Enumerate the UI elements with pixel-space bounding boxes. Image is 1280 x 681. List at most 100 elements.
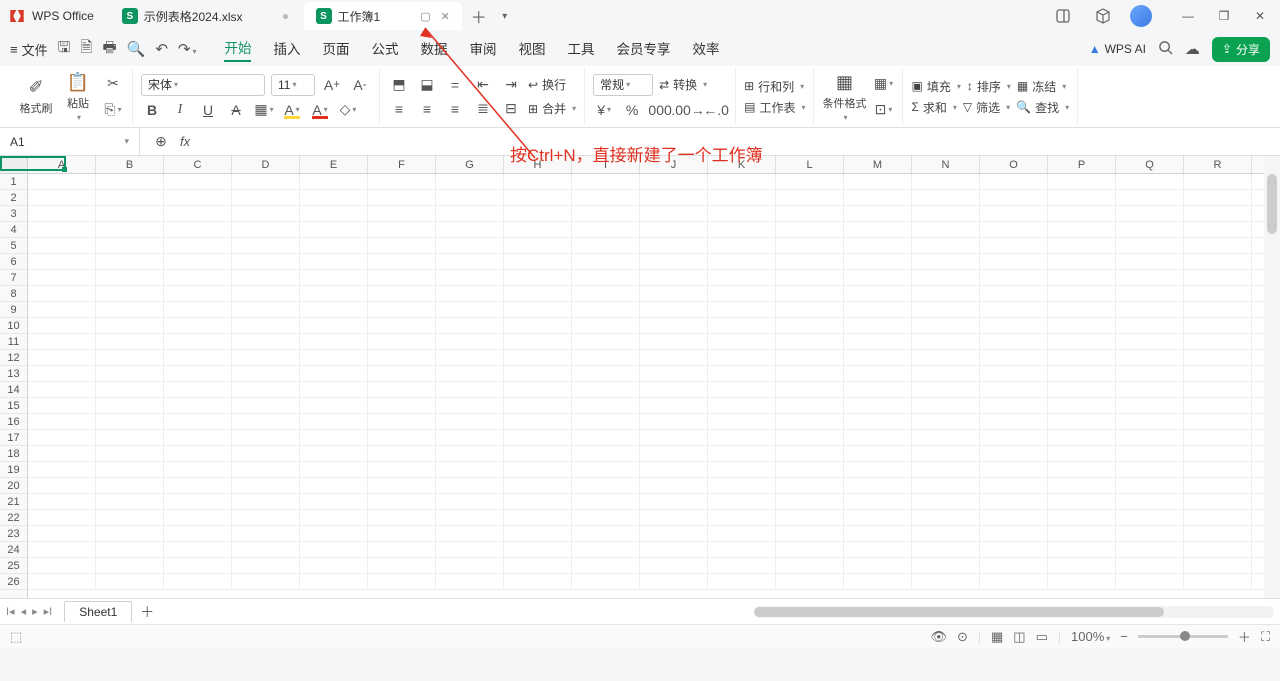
cell[interactable] [28, 206, 96, 221]
qa-redo-icon[interactable]: ↷ [178, 40, 197, 58]
cell[interactable] [504, 558, 572, 573]
cell[interactable] [844, 350, 912, 365]
cell[interactable] [164, 558, 232, 573]
cell[interactable] [776, 414, 844, 429]
cell[interactable] [776, 510, 844, 525]
cell[interactable] [1184, 430, 1252, 445]
cell[interactable] [980, 334, 1048, 349]
cell[interactable] [776, 542, 844, 557]
cell[interactable] [1184, 574, 1252, 589]
cell[interactable] [912, 414, 980, 429]
cell[interactable] [300, 542, 368, 557]
cell[interactable] [28, 318, 96, 333]
cell[interactable] [96, 462, 164, 477]
cell[interactable] [776, 270, 844, 285]
cell[interactable] [164, 366, 232, 381]
cell[interactable] [164, 510, 232, 525]
cell[interactable] [28, 382, 96, 397]
cell[interactable] [640, 222, 708, 237]
clear-format-button[interactable]: ◇ [337, 100, 359, 120]
cell[interactable] [300, 174, 368, 189]
paste-button[interactable]: 📋粘贴 [60, 72, 96, 122]
window-maximize-button[interactable]: ❐ [1212, 4, 1236, 28]
cell[interactable] [572, 574, 640, 589]
fill-handle[interactable] [62, 167, 67, 172]
cell[interactable] [1048, 238, 1116, 253]
decimal-inc-icon[interactable]: .00→ [677, 100, 699, 120]
cell[interactable] [96, 366, 164, 381]
cell[interactable] [436, 398, 504, 413]
cell[interactable] [232, 446, 300, 461]
cell[interactable] [1048, 190, 1116, 205]
cell[interactable] [708, 238, 776, 253]
cell[interactable] [504, 174, 572, 189]
zoom-in-button[interactable]: ＋ [1238, 627, 1251, 646]
cell[interactable] [164, 270, 232, 285]
cell[interactable] [640, 190, 708, 205]
cell[interactable] [96, 446, 164, 461]
cell[interactable] [912, 430, 980, 445]
cell[interactable] [980, 462, 1048, 477]
row-header-19[interactable]: 19 [0, 462, 27, 478]
cell[interactable] [436, 318, 504, 333]
cell[interactable] [504, 350, 572, 365]
cell[interactable] [1116, 174, 1184, 189]
cell[interactable] [844, 174, 912, 189]
cell[interactable] [300, 414, 368, 429]
cell[interactable] [912, 270, 980, 285]
add-sheet-button[interactable]: ＋ [140, 602, 154, 622]
cell[interactable] [300, 318, 368, 333]
cell[interactable] [912, 334, 980, 349]
cell[interactable] [164, 222, 232, 237]
cell[interactable] [844, 574, 912, 589]
cell[interactable] [572, 430, 640, 445]
filter-button[interactable]: ▽ 筛选 [963, 99, 1010, 116]
cell[interactable] [368, 494, 436, 509]
cell[interactable] [164, 318, 232, 333]
cell[interactable] [776, 286, 844, 301]
cell[interactable] [1184, 206, 1252, 221]
cell[interactable] [164, 382, 232, 397]
cell[interactable] [368, 286, 436, 301]
cell[interactable] [232, 270, 300, 285]
cell[interactable] [980, 222, 1048, 237]
cell[interactable] [708, 350, 776, 365]
cell[interactable] [368, 334, 436, 349]
cell[interactable] [1184, 222, 1252, 237]
align-bottom-icon[interactable]: = [444, 75, 466, 95]
cell[interactable] [164, 574, 232, 589]
window-close-button[interactable]: ✕ [1248, 4, 1272, 28]
cell[interactable] [1116, 558, 1184, 573]
cell[interactable] [912, 190, 980, 205]
cell[interactable] [708, 574, 776, 589]
underline-button[interactable]: U [197, 100, 219, 120]
qa-save-icon[interactable]: 🖫 [58, 37, 71, 62]
cell[interactable] [708, 510, 776, 525]
cell[interactable] [776, 174, 844, 189]
cell[interactable] [708, 334, 776, 349]
cell[interactable] [436, 302, 504, 317]
cell[interactable] [980, 558, 1048, 573]
cell[interactable] [164, 350, 232, 365]
cell[interactable] [640, 174, 708, 189]
cell[interactable] [572, 446, 640, 461]
cell[interactable] [980, 398, 1048, 413]
cell[interactable] [1048, 334, 1116, 349]
doc-tab-0[interactable]: S 示例表格2024.xlsx [110, 2, 300, 30]
align-left-icon[interactable]: ≡ [388, 99, 410, 119]
cell[interactable] [572, 286, 640, 301]
cell[interactable] [980, 542, 1048, 557]
cell[interactable] [708, 478, 776, 493]
cell[interactable] [844, 542, 912, 557]
cell[interactable] [844, 414, 912, 429]
cell[interactable] [980, 206, 1048, 221]
cell[interactable] [368, 366, 436, 381]
cell[interactable] [504, 526, 572, 541]
cell[interactable] [844, 494, 912, 509]
cell[interactable] [28, 574, 96, 589]
cell[interactable] [776, 366, 844, 381]
cell[interactable] [1048, 174, 1116, 189]
cell[interactable] [844, 366, 912, 381]
col-header-G[interactable]: G [436, 156, 504, 173]
cell[interactable] [232, 494, 300, 509]
